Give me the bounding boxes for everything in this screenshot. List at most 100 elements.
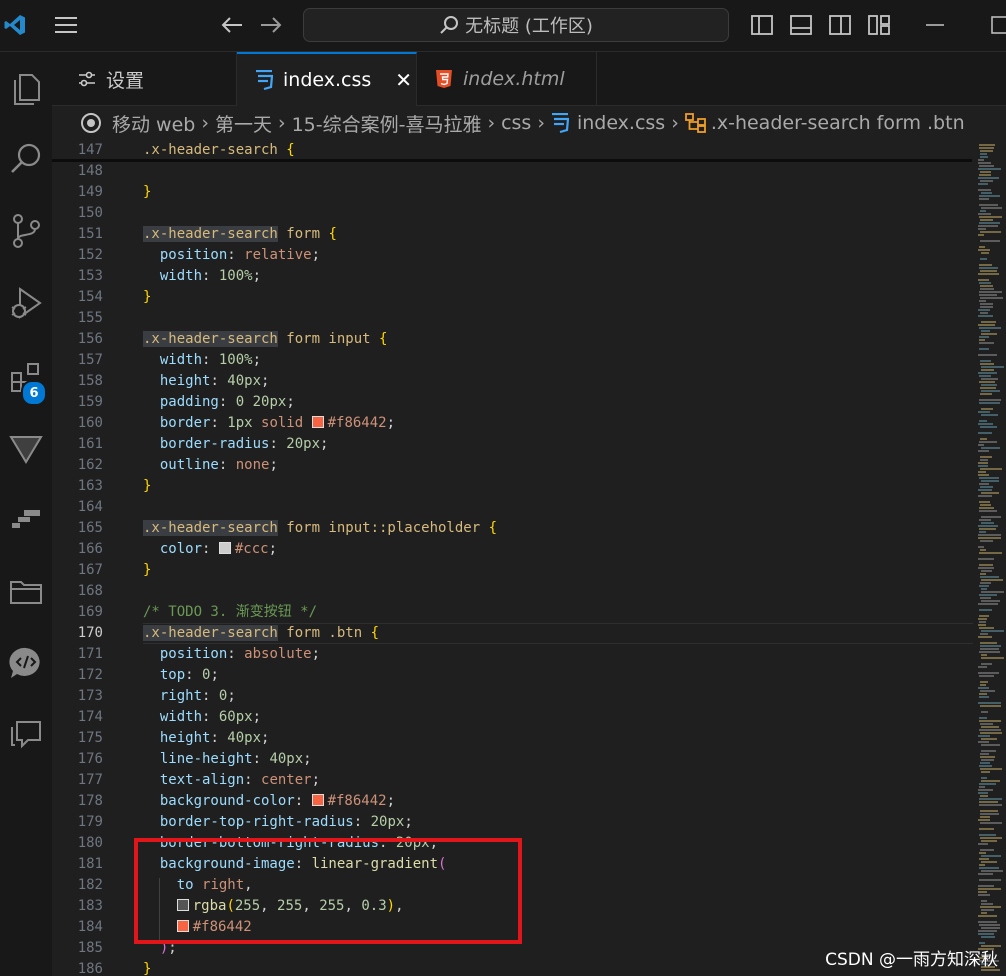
code-line[interactable]: 166 color: #ccc;	[52, 539, 972, 560]
breadcrumb-item[interactable]: 第一天	[215, 110, 272, 137]
color-swatch-icon[interactable]	[311, 794, 324, 806]
code-line[interactable]: 164	[52, 497, 972, 518]
code-line[interactable]: 163}	[52, 476, 972, 497]
vscode-logo-icon[interactable]	[0, 10, 30, 40]
minimap-line	[980, 576, 999, 578]
code-text: border: 1px solid #f86442;	[143, 413, 395, 434]
minimize-window-icon[interactable]	[920, 10, 950, 40]
comments-icon[interactable]	[0, 710, 52, 760]
breadcrumb-item[interactable]: 移动 web	[112, 110, 195, 137]
code-line[interactable]: 178 background-color: #f86442;	[52, 791, 972, 812]
search-icon[interactable]	[0, 134, 52, 184]
toggle-secondary-sidebar-icon[interactable]	[825, 10, 855, 40]
code-line[interactable]: 160 border: 1px solid #f86442;	[52, 413, 972, 434]
triangle-extension-icon[interactable]	[0, 424, 52, 474]
run-debug-icon[interactable]	[0, 278, 52, 328]
explorer-icon[interactable]	[0, 64, 52, 114]
code-line[interactable]: 173 right: 0;	[52, 686, 972, 707]
minimap-line	[980, 387, 996, 389]
code-token: :	[294, 793, 312, 809]
code-line[interactable]: 148	[52, 161, 972, 182]
line-number: 184	[77, 919, 103, 935]
code-line[interactable]: 156 .x-header-search form input {	[52, 329, 972, 350]
live-server-icon[interactable]	[0, 638, 52, 688]
breadcrumb-item[interactable]: .x-header-search form .btn	[711, 112, 965, 134]
minimap[interactable]	[977, 140, 1006, 976]
minimap-line	[981, 711, 988, 713]
folder-manager-icon[interactable]	[0, 566, 52, 616]
minimap-line	[979, 477, 999, 479]
code-line[interactable]: 170 .x-header-search form .btn {	[52, 623, 973, 644]
source-control-icon[interactable]	[0, 206, 52, 256]
breadcrumb-item[interactable]: 15-综合案例-喜马拉雅	[292, 110, 482, 137]
tab-index-css[interactable]: index.css ✕	[237, 52, 417, 106]
minimap-line	[980, 210, 986, 212]
code-line[interactable]: 175 height: 40px;	[52, 728, 972, 749]
code-line[interactable]: 155	[52, 308, 972, 329]
chevron-right-icon: ›	[487, 112, 496, 134]
code-line[interactable]: 177 text-align: center;	[52, 770, 972, 791]
tab-settings[interactable]: 设置	[52, 52, 237, 106]
code-line[interactable]: 174 width: 60px;	[52, 707, 972, 728]
code-line[interactable]: 176 line-height: 40px;	[52, 749, 972, 770]
minimap-line	[979, 501, 990, 503]
code-line[interactable]: 169 /* TODO 3. 渐变按钮 */	[52, 602, 972, 623]
minimap-line	[978, 471, 986, 473]
code-token: ;	[311, 646, 321, 662]
line-number: 177	[77, 772, 103, 788]
extensions-icon[interactable]: 6	[0, 352, 52, 406]
code-token: ;	[261, 373, 270, 389]
maximize-window-icon[interactable]	[985, 10, 1006, 40]
line-number: 160	[77, 415, 103, 431]
code-line[interactable]: 149}	[52, 182, 972, 203]
minimap-line	[979, 402, 1000, 404]
hamburger-menu-icon[interactable]	[51, 10, 81, 40]
forward-arrow-icon[interactable]	[256, 10, 286, 40]
minimap-line	[978, 462, 988, 464]
breadcrumb-item[interactable]: index.css	[577, 112, 665, 134]
code-line[interactable]: 151 .x-header-search form {	[52, 224, 972, 245]
minimap-line	[979, 804, 1002, 806]
minimap-line	[978, 789, 993, 791]
code-line[interactable]: 179 border-top-right-radius: 20px;	[52, 812, 972, 833]
minimap-line	[981, 936, 995, 938]
line-number: 149	[77, 184, 103, 200]
code-line[interactable]: 153 width: 100%;	[52, 266, 972, 287]
sticky-scroll-line[interactable]: 147 .x-header-search {	[52, 140, 972, 161]
toggle-primary-sidebar-icon[interactable]	[747, 10, 777, 40]
minimap-line	[979, 615, 989, 617]
command-center-search[interactable]: 无标题 (工作区)	[303, 8, 729, 42]
code-line[interactable]: 152 position: relative;	[52, 245, 972, 266]
code-line[interactable]: 150	[52, 203, 972, 224]
code-token: form input::placeholder	[277, 520, 489, 536]
minimap-line	[981, 591, 1004, 593]
code-line[interactable]: 168	[52, 581, 972, 602]
close-tab-icon[interactable]: ✕	[395, 68, 412, 92]
code-line[interactable]: 165 .x-header-search form input::placehol…	[52, 518, 972, 539]
color-swatch-icon[interactable]	[218, 542, 231, 554]
code-line[interactable]: 167}	[52, 560, 972, 581]
remote-explorer-icon[interactable]	[0, 494, 52, 544]
minimap-line	[981, 750, 996, 752]
toggle-panel-icon[interactable]	[786, 10, 816, 40]
code-token: :	[202, 268, 219, 284]
code-line[interactable]: 154}	[52, 287, 972, 308]
code-line[interactable]: 172 top: 0;	[52, 665, 972, 686]
code-line[interactable]: 171 position: absolute;	[52, 644, 972, 665]
customize-layout-icon[interactable]	[864, 10, 894, 40]
code-line[interactable]: 162 outline: none;	[52, 455, 972, 476]
minimap-line	[980, 393, 992, 395]
code-line[interactable]: 161 border-radius: 20px;	[52, 434, 972, 455]
code-token: 1px	[227, 415, 262, 431]
tab-index-html[interactable]: index.html	[417, 52, 597, 106]
minimap-line	[979, 528, 996, 530]
code-line[interactable]: 159 padding: 0 20px;	[52, 392, 972, 413]
minimap-line	[978, 687, 989, 689]
code-line[interactable]: 158 height: 40px;	[52, 371, 972, 392]
code-line[interactable]: 157 width: 100%;	[52, 350, 972, 371]
breadcrumb-item[interactable]: css	[501, 112, 531, 134]
back-arrow-icon[interactable]	[217, 10, 247, 40]
color-swatch-icon[interactable]	[311, 416, 324, 428]
